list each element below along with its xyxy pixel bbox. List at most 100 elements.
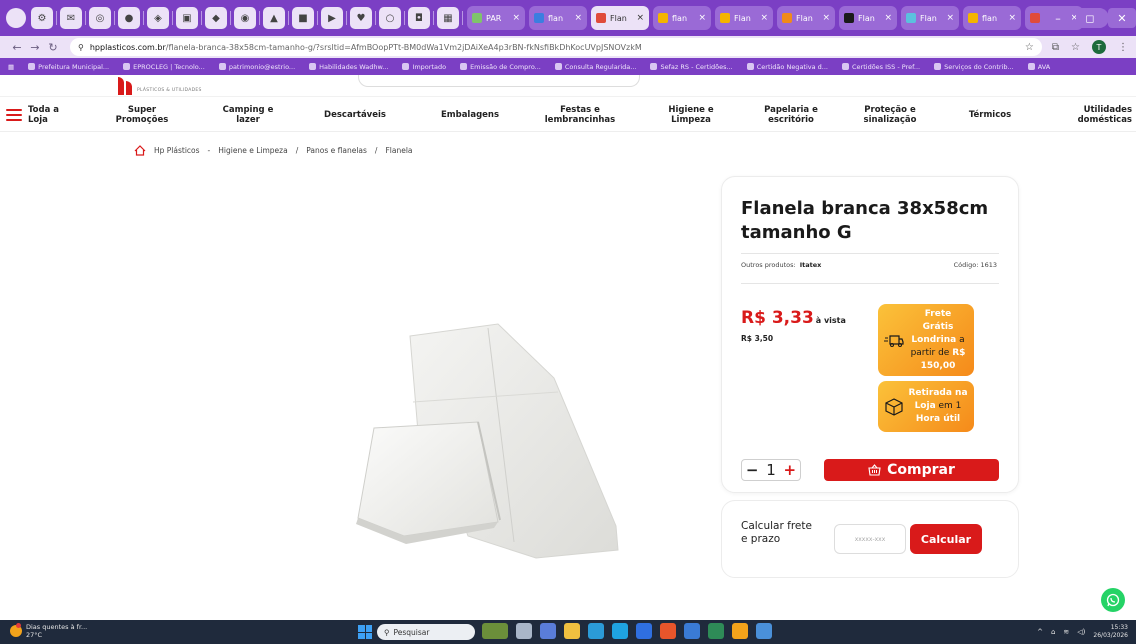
browser-tab[interactable]: Flan × xyxy=(715,6,773,30)
bookmark-item[interactable]: Certidões ISS - Pref... xyxy=(842,63,920,71)
breadcrumb-flanela[interactable]: Flanela xyxy=(385,146,412,155)
url-field[interactable]: ⚲ hpplasticos.com.br/flanela-branca-38x5… xyxy=(70,38,1042,56)
close-tab-icon[interactable]: × xyxy=(636,13,644,23)
close-tab-icon[interactable]: × xyxy=(822,13,830,23)
pinned-tab-icon[interactable]: ◉ xyxy=(234,7,256,29)
menu-icon[interactable]: ⋮ xyxy=(1118,42,1128,53)
clock[interactable]: 15:33 26/03/2026 xyxy=(1093,624,1128,640)
bookmark-star-icon[interactable]: ☆ xyxy=(1025,42,1034,53)
cep-input[interactable]: xxxxx-xxx xyxy=(834,524,906,554)
whatsapp-icon[interactable] xyxy=(1101,588,1125,612)
bookmark-item[interactable]: Prefeitura Municipal... xyxy=(28,63,109,71)
taskbar-app-icon[interactable] xyxy=(612,623,628,639)
nav-item-utilidades[interactable]: Utilidades domésticas xyxy=(1058,105,1132,125)
nav-item-festas[interactable]: Festas e lembrancinhas xyxy=(537,105,623,125)
pinned-tab-icon[interactable]: ○ xyxy=(379,7,401,29)
back-icon[interactable]: ← xyxy=(8,41,26,54)
pinned-tab-icon[interactable]: ◈ xyxy=(147,7,169,29)
pinned-tab-icon[interactable]: ● xyxy=(118,7,140,29)
pinned-tab-icon[interactable]: ▶ xyxy=(321,7,343,29)
breadcrumb-home[interactable]: Hp Plásticos xyxy=(154,146,200,155)
nav-item-descartaveis[interactable]: Descartáveis xyxy=(315,110,395,120)
wifi-icon[interactable]: ≋ xyxy=(1063,628,1069,636)
close-tab-icon[interactable]: × xyxy=(1008,13,1016,23)
close-tab-icon[interactable]: × xyxy=(512,13,520,23)
reload-icon[interactable]: ↻ xyxy=(44,41,62,54)
nav-item-protecao[interactable]: Proteção e sinalização xyxy=(850,105,930,125)
pinned-tab-icon[interactable]: ▦ xyxy=(437,7,459,29)
browser-tab[interactable]: PAR × xyxy=(467,6,525,30)
chevron-up-icon[interactable]: ^ xyxy=(1037,628,1043,636)
browser-tab[interactable]: Flan × xyxy=(591,6,649,30)
buy-button[interactable]: Comprar xyxy=(824,459,999,481)
taskbar-app-icon[interactable] xyxy=(588,623,604,639)
bookmark-item[interactable]: patrimonio@estrio... xyxy=(218,63,295,71)
nav-item-embalagens[interactable]: Embalagens xyxy=(430,110,510,120)
browser-tab[interactable]: Flan × xyxy=(901,6,959,30)
pinned-tab-icon[interactable]: ◘ xyxy=(408,7,430,29)
site-search-input[interactable] xyxy=(358,75,640,87)
pinned-tab-icon[interactable]: ■ xyxy=(292,7,314,29)
brand-link[interactable]: Itatex xyxy=(800,261,822,269)
volume-icon[interactable]: ◁) xyxy=(1077,628,1085,636)
taskbar-app-icon[interactable] xyxy=(516,623,532,639)
windows-start-icon[interactable] xyxy=(358,625,372,639)
nav-item-termicos[interactable]: Térmicos xyxy=(960,110,1020,120)
nav-item-higiene[interactable]: Higiene e Limpeza xyxy=(658,105,724,125)
close-tab-icon[interactable]: × xyxy=(574,13,582,23)
taskbar-app-icon[interactable] xyxy=(540,623,556,639)
close-tab-icon[interactable]: × xyxy=(760,13,768,23)
network-icon[interactable]: ⌂ xyxy=(1051,628,1055,636)
pinned-tab-icon[interactable]: ◎ xyxy=(89,7,111,29)
taskbar-search[interactable]: ⚲ Pesquisar xyxy=(377,624,475,640)
bookmark-item[interactable]: Sefaz RS - Certidões... xyxy=(650,63,733,71)
pinned-tab-icon[interactable]: ◆ xyxy=(205,7,227,29)
taskbar-app-icon[interactable] xyxy=(732,623,748,639)
pinned-tab-icon[interactable]: ⚙ xyxy=(31,7,53,29)
extensions-icon[interactable]: ⧉ xyxy=(1052,42,1059,53)
calculate-button[interactable]: Calcular xyxy=(910,524,982,554)
nav-item-super-promocoes[interactable]: Super Promoções xyxy=(107,105,177,125)
minimize-button[interactable]: – xyxy=(1044,8,1072,28)
avatar[interactable]: T xyxy=(1092,40,1106,54)
pinned-tab-icon[interactable]: ▲ xyxy=(263,7,285,29)
close-tab-icon[interactable]: × xyxy=(698,13,706,23)
close-tab-icon[interactable]: × xyxy=(946,13,954,23)
site-info-icon[interactable]: ⚲ xyxy=(78,43,84,52)
taskbar-app-icon[interactable] xyxy=(482,623,508,639)
browser-tab[interactable]: Flan × xyxy=(839,6,897,30)
bookmark-item[interactable]: Habilidades Wadhw... xyxy=(309,63,388,71)
decrease-quantity-button[interactable]: − xyxy=(746,461,759,479)
pinned-tab-icon[interactable]: ✉ xyxy=(60,7,82,29)
bookmark-item[interactable]: AVA xyxy=(1027,63,1050,71)
home-icon[interactable] xyxy=(134,145,146,156)
bookmarks-icon[interactable]: ☆ xyxy=(1071,42,1080,53)
close-tab-icon[interactable]: × xyxy=(884,13,892,23)
nav-item-camping[interactable]: Camping e lazer xyxy=(213,105,283,125)
pinned-tab-icon[interactable]: ♥ xyxy=(350,7,372,29)
product-image[interactable] xyxy=(318,322,640,566)
forward-icon[interactable]: → xyxy=(26,41,44,54)
nav-item-papelaria[interactable]: Papelaria e escritório xyxy=(753,105,829,125)
browser-tab[interactable]: flan × xyxy=(529,6,587,30)
quantity-value[interactable]: 1 xyxy=(766,461,776,479)
breadcrumb-higiene[interactable]: Higiene e Limpeza xyxy=(218,146,287,155)
browser-tab[interactable]: Flan × xyxy=(777,6,835,30)
taskbar-app-icon[interactable] xyxy=(684,623,700,639)
bookmark-item[interactable]: Emissão de Compro... xyxy=(460,63,541,71)
taskbar-app-icon[interactable] xyxy=(660,623,676,639)
all-categories-button[interactable]: Toda a Loja xyxy=(6,105,59,125)
close-window-button[interactable]: ✕ xyxy=(1108,8,1136,28)
bookmark-item[interactable]: EPROCLEG | Tecnolo... xyxy=(123,63,205,71)
bookmark-item[interactable]: Consulta Regularida... xyxy=(554,63,636,71)
apps-icon[interactable]: ▦ xyxy=(8,63,14,71)
maximize-button[interactable]: ◻ xyxy=(1076,8,1104,28)
breadcrumb-panos[interactable]: Panos e flanelas xyxy=(306,146,367,155)
taskbar-app-icon[interactable] xyxy=(636,623,652,639)
bookmark-item[interactable]: Importado xyxy=(402,63,446,71)
browser-tab[interactable]: flan × xyxy=(963,6,1021,30)
profile-icon[interactable] xyxy=(6,8,26,28)
bookmark-item[interactable]: Certidão Negativa d... xyxy=(746,63,828,71)
taskbar-app-icon[interactable] xyxy=(756,623,772,639)
browser-tab[interactable]: flan × xyxy=(653,6,711,30)
